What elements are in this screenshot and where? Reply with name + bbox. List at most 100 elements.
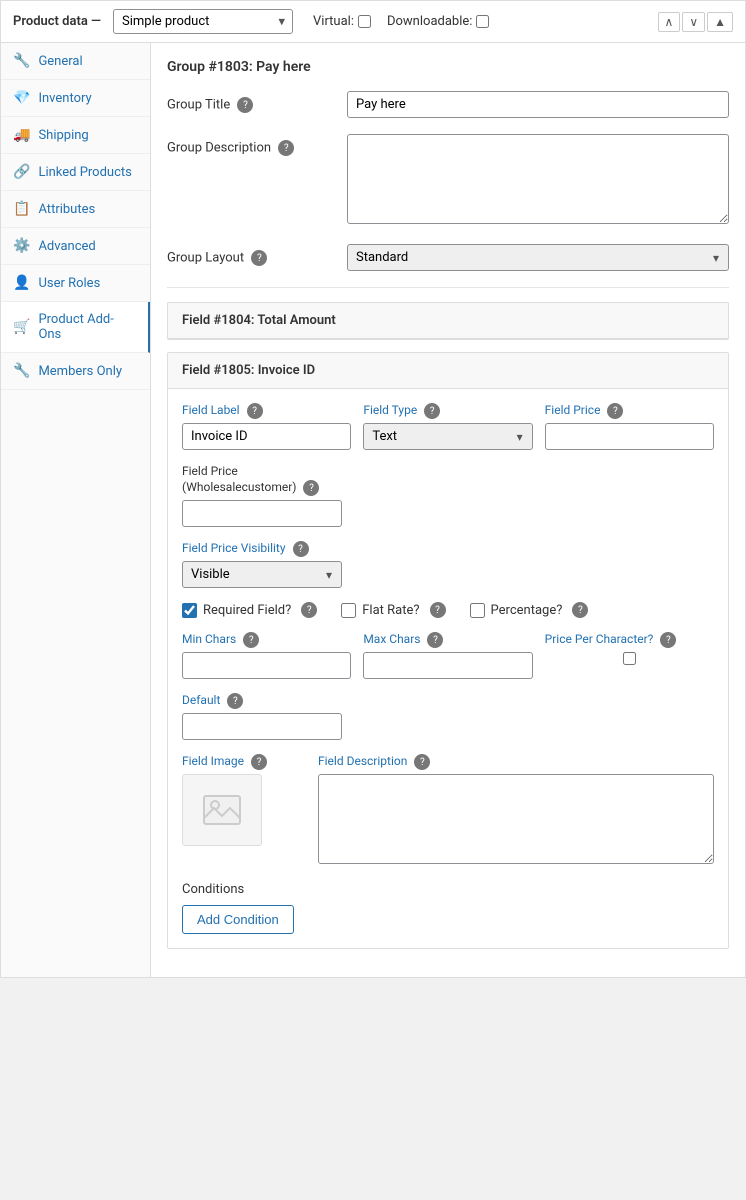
- min-chars-sublabel: Min Chars ?: [182, 632, 351, 648]
- field-1804-header: Field #1804: Total Amount: [168, 303, 728, 339]
- sidebar-label-inventory: Inventory: [38, 91, 91, 106]
- price-per-char-help-icon[interactable]: ?: [660, 632, 676, 648]
- divider-1: [167, 287, 729, 288]
- content-area: Group #1803: Pay here Group Title ? Grou…: [151, 43, 745, 977]
- product-type-select[interactable]: Simple product: [113, 9, 293, 34]
- required-field-checkbox-label[interactable]: Required Field? ?: [182, 602, 317, 618]
- downloadable-checkbox[interactable]: [476, 15, 489, 28]
- sidebar-item-shipping[interactable]: 🚚 Shipping: [1, 117, 150, 154]
- sidebar-item-attributes[interactable]: 📋 Attributes: [1, 191, 150, 228]
- flat-rate-checkbox[interactable]: [341, 603, 356, 618]
- group-title-control: [347, 91, 729, 118]
- field-description-textarea[interactable]: [318, 774, 714, 864]
- checkboxes-row: Required Field? ? Flat Rate? ? Percentag…: [182, 602, 714, 618]
- sidebar-label-product-addons: Product Add-Ons: [38, 312, 136, 342]
- arrow-up-button[interactable]: ∧: [658, 12, 681, 32]
- members-only-icon: 🔧: [13, 363, 30, 379]
- downloadable-checkbox-label[interactable]: Downloadable:: [387, 14, 489, 29]
- field-description-help-icon[interactable]: ?: [414, 754, 430, 770]
- price-per-char-checkbox[interactable]: [545, 652, 714, 665]
- field-price-wholesale-sublabel: (Wholesalecustomer) ?: [182, 480, 714, 496]
- virtual-checkbox-label[interactable]: Virtual:: [313, 14, 371, 29]
- group-header: Group #1803: Pay here: [167, 59, 729, 75]
- arrow-collapse-button[interactable]: ▲: [707, 12, 733, 32]
- field-label-help-icon[interactable]: ?: [247, 403, 263, 419]
- field-price-visibility-help-icon[interactable]: ?: [293, 541, 309, 557]
- field-type-help-icon[interactable]: ?: [424, 403, 440, 419]
- group-description-help-icon[interactable]: ?: [278, 140, 294, 156]
- group-layout-label: Group Layout ?: [167, 244, 347, 266]
- max-chars-input[interactable]: [363, 652, 532, 679]
- field-label-input[interactable]: [182, 423, 351, 450]
- field-label-type-price-row: Field Label ? Field Type ? Text: [182, 403, 714, 450]
- default-help-icon[interactable]: ?: [227, 693, 243, 709]
- sidebar-label-advanced: Advanced: [38, 239, 95, 254]
- general-icon: 🔧: [13, 53, 30, 69]
- percentage-help-icon[interactable]: ?: [572, 602, 588, 618]
- field-type-sublabel: Field Type ?: [363, 403, 532, 419]
- group-title-help-icon[interactable]: ?: [237, 97, 253, 113]
- field-price-input[interactable]: [545, 423, 714, 450]
- percentage-checkbox-label[interactable]: Percentage? ?: [470, 602, 589, 618]
- image-desc-row: Field Image ? Fie: [182, 754, 714, 868]
- advanced-icon: ⚙️: [13, 238, 30, 254]
- sidebar-item-members-only[interactable]: 🔧 Members Only: [1, 353, 150, 390]
- sidebar-item-linked-products[interactable]: 🔗 Linked Products: [1, 154, 150, 191]
- group-description-textarea[interactable]: [347, 134, 729, 224]
- max-chars-help-icon[interactable]: ?: [427, 632, 443, 648]
- field-label-sublabel: Field Label ?: [182, 403, 351, 419]
- field-price-wholesale-input[interactable]: [182, 500, 342, 527]
- arrow-down-button[interactable]: ∨: [682, 12, 705, 32]
- field-price-help-icon[interactable]: ?: [607, 403, 623, 419]
- max-chars-sublabel: Max Chars ?: [363, 632, 532, 648]
- group-layout-help-icon[interactable]: ?: [251, 250, 267, 266]
- min-chars-help-icon[interactable]: ?: [243, 632, 259, 648]
- field-price-sublabel: Field Price ?: [545, 403, 714, 419]
- sidebar-item-general[interactable]: 🔧 General: [1, 43, 150, 80]
- user-roles-icon: 👤: [13, 275, 30, 291]
- field-type-select[interactable]: Text Textarea Select Checkbox Radio File…: [363, 423, 532, 450]
- sidebar-label-general: General: [38, 54, 82, 69]
- sidebar-item-product-addons[interactable]: 🛒 Product Add-Ons: [1, 302, 150, 353]
- shipping-icon: 🚚: [13, 127, 30, 143]
- attributes-icon: 📋: [13, 201, 30, 217]
- field-image-placeholder[interactable]: [182, 774, 262, 846]
- virtual-checkbox[interactable]: [358, 15, 371, 28]
- main-layout: 🔧 General 💎 Inventory 🚚 Shipping 🔗 Linke…: [0, 43, 746, 978]
- group-description-label: Group Description ?: [167, 134, 347, 156]
- price-per-char-sublabel: Price Per Character? ?: [545, 632, 714, 648]
- group-title-input[interactable]: [347, 91, 729, 118]
- percentage-checkbox[interactable]: [470, 603, 485, 618]
- field-image-sublabel: Field Image ?: [182, 754, 302, 770]
- flat-rate-help-icon[interactable]: ?: [430, 602, 446, 618]
- header-arrows: ∧ ∨ ▲: [658, 12, 733, 32]
- default-section: Default ?: [182, 693, 714, 740]
- sidebar-item-advanced[interactable]: ⚙️ Advanced: [1, 228, 150, 265]
- flat-rate-checkbox-label[interactable]: Flat Rate? ?: [341, 602, 445, 618]
- virtual-downloadable-group: Virtual: Downloadable:: [313, 14, 489, 29]
- min-chars-input[interactable]: [182, 652, 351, 679]
- sidebar-item-user-roles[interactable]: 👤 User Roles: [1, 265, 150, 302]
- field-price-visibility-select[interactable]: Visible Hidden: [182, 561, 342, 588]
- product-type-wrapper: Simple product ▾: [113, 9, 293, 34]
- sidebar-label-shipping: Shipping: [38, 128, 88, 143]
- product-addons-icon: 🛒: [13, 319, 30, 335]
- field-price-wholesale-help-icon[interactable]: ?: [303, 480, 319, 496]
- group-title-label: Group Title ?: [167, 91, 347, 113]
- product-data-label: Product data —: [13, 14, 101, 29]
- max-chars-col: Max Chars ?: [363, 632, 532, 679]
- sidebar: 🔧 General 💎 Inventory 🚚 Shipping 🔗 Linke…: [1, 43, 151, 977]
- group-layout-select[interactable]: Standard Grid List: [347, 244, 729, 271]
- group-description-control: [347, 134, 729, 228]
- sidebar-item-inventory[interactable]: 💎 Inventory: [1, 80, 150, 117]
- required-field-help-icon[interactable]: ?: [301, 602, 317, 618]
- required-field-checkbox[interactable]: [182, 603, 197, 618]
- add-condition-button[interactable]: Add Condition: [182, 905, 294, 934]
- field-price-wholesale-label: Field Price: [182, 464, 714, 478]
- group-layout-control: Standard Grid List ▾: [347, 244, 729, 271]
- inventory-icon: 💎: [13, 90, 30, 106]
- field-image-help-icon[interactable]: ?: [251, 754, 267, 770]
- sidebar-label-user-roles: User Roles: [38, 276, 100, 291]
- default-input[interactable]: [182, 713, 342, 740]
- group-title-row: Group Title ?: [167, 91, 729, 118]
